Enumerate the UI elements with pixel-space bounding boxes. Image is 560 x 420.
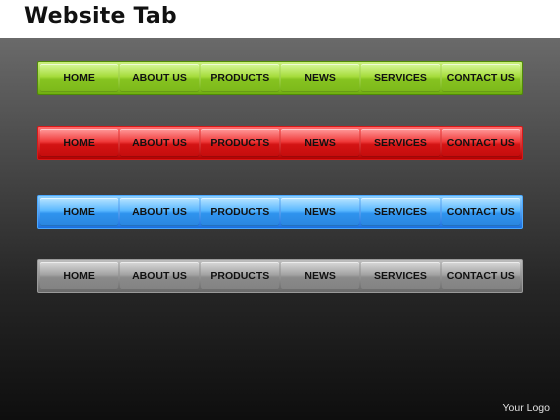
tab-news[interactable]: NEWS — [280, 129, 360, 157]
tab-home[interactable]: HOME — [40, 262, 119, 290]
tab-home[interactable]: HOME — [40, 129, 119, 157]
tab-about-us[interactable]: ABOUT US — [120, 129, 199, 157]
tab-contact-us[interactable]: CONTACT US — [441, 129, 520, 157]
tab-news[interactable]: NEWS — [280, 64, 360, 92]
tab-bar-blue: HOME ABOUT US PRODUCTS NEWS SERVICES CON… — [37, 195, 523, 229]
tab-about-us[interactable]: ABOUT US — [120, 64, 199, 92]
tab-services[interactable]: SERVICES — [361, 129, 440, 157]
tab-products[interactable]: PRODUCTS — [200, 129, 279, 157]
tab-products[interactable]: PRODUCTS — [200, 198, 279, 226]
tab-contact-us[interactable]: CONTACT US — [441, 262, 520, 290]
tab-products[interactable]: PRODUCTS — [200, 262, 279, 290]
tab-services[interactable]: SERVICES — [361, 64, 440, 92]
tab-news[interactable]: NEWS — [280, 198, 360, 226]
tab-products[interactable]: PRODUCTS — [200, 64, 279, 92]
tab-services[interactable]: SERVICES — [361, 262, 440, 290]
tab-news[interactable]: NEWS — [280, 262, 360, 290]
tab-contact-us[interactable]: CONTACT US — [441, 64, 520, 92]
tab-bar-green: HOME ABOUT US PRODUCTS NEWS SERVICES CON… — [37, 61, 523, 95]
tab-home[interactable]: HOME — [40, 198, 119, 226]
tab-about-us[interactable]: ABOUT US — [120, 198, 199, 226]
tab-home[interactable]: HOME — [40, 64, 119, 92]
tab-bar-red: HOME ABOUT US PRODUCTS NEWS SERVICES CON… — [37, 126, 523, 160]
title-bar: Website Tab — [0, 0, 560, 38]
logo-text: Your Logo — [502, 402, 551, 414]
page-title: Website Tab — [24, 4, 177, 29]
tab-bar-gray: HOME ABOUT US PRODUCTS NEWS SERVICES CON… — [37, 259, 523, 293]
tab-services[interactable]: SERVICES — [361, 198, 440, 226]
tab-about-us[interactable]: ABOUT US — [120, 262, 199, 290]
slide-stage — [0, 38, 560, 420]
tab-contact-us[interactable]: CONTACT US — [441, 198, 520, 226]
